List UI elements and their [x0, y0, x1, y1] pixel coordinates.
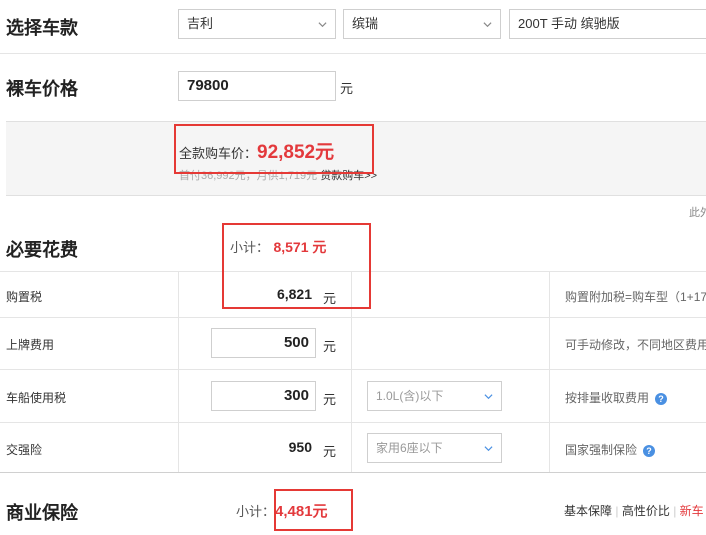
compulsory-insurance-value: 950	[288, 439, 312, 455]
series-select[interactable]: 缤瑞	[343, 9, 501, 39]
help-icon[interactable]: ?	[643, 444, 656, 457]
row-label-compulsory-insurance: 交强险	[6, 443, 43, 457]
vehicle-tax-note: 按排量收取费用?	[565, 389, 668, 406]
model-select-value: 200T 手动 缤驰版	[518, 16, 620, 31]
row-label-registration-fee: 上牌费用	[6, 338, 55, 352]
displacement-select[interactable]: 1.0L(含)以下	[367, 381, 502, 411]
help-icon[interactable]: ?	[655, 392, 668, 405]
bare-price-unit: 元	[340, 81, 354, 96]
highlight-box-commercial	[274, 489, 353, 531]
row-label-purchase-tax: 购置税	[6, 290, 43, 304]
seat-select-value: 家用6座以下	[376, 441, 443, 455]
purchase-tax-note: 购置附加税=购车型（1+17	[565, 290, 706, 304]
seat-select[interactable]: 家用6座以下	[367, 433, 502, 463]
vehicle-tax-unit: 元	[323, 392, 337, 407]
highlight-box-necessary	[222, 223, 371, 309]
brand-select-value: 吉利	[187, 16, 214, 31]
insurance-tabs: 基本保障 | 高性价比 | 新车	[564, 504, 704, 518]
vehicle-tax-note-text: 按排量收取费用	[565, 391, 650, 405]
bare-price-title: 裸车价格	[6, 79, 78, 99]
brand-select[interactable]: 吉利	[178, 9, 336, 39]
tab-value[interactable]: 高性价比	[622, 504, 670, 518]
displacement-select-value: 1.0L(含)以下	[376, 389, 444, 403]
model-select[interactable]: 200T 手动 缤驰版	[509, 9, 706, 39]
series-select-value: 缤瑞	[352, 16, 379, 31]
compulsory-insurance-note: 国家强制保险?	[565, 441, 656, 458]
registration-fee-unit: 元	[323, 339, 337, 354]
registration-fee-note: 可手动修改，不同地区费用	[565, 338, 706, 352]
compulsory-insurance-note-text: 国家强制保险	[565, 443, 638, 457]
commercial-title: 商业保险	[6, 503, 78, 523]
necessary-title: 必要花费	[6, 240, 78, 260]
bare-price-input[interactable]: 79800	[178, 71, 336, 101]
vehicle-tax-input[interactable]: 300	[211, 381, 316, 411]
registration-fee-input[interactable]: 500	[211, 328, 316, 358]
commercial-subtotal-label: 小计：	[236, 504, 276, 519]
tab-basic[interactable]: 基本保障	[564, 504, 612, 518]
chevron-down-icon	[484, 446, 493, 452]
edge-text: 此外	[689, 207, 706, 219]
chevron-down-icon	[484, 394, 493, 400]
compulsory-insurance-unit: 元	[323, 444, 337, 459]
chevron-down-icon	[483, 22, 492, 28]
row-label-vehicle-tax: 车船使用税	[6, 391, 67, 405]
tab-new-car[interactable]: 新车	[680, 504, 704, 518]
select-car-title: 选择车款	[6, 18, 78, 38]
chevron-down-icon	[318, 22, 327, 28]
highlight-box-full-price	[174, 124, 374, 174]
